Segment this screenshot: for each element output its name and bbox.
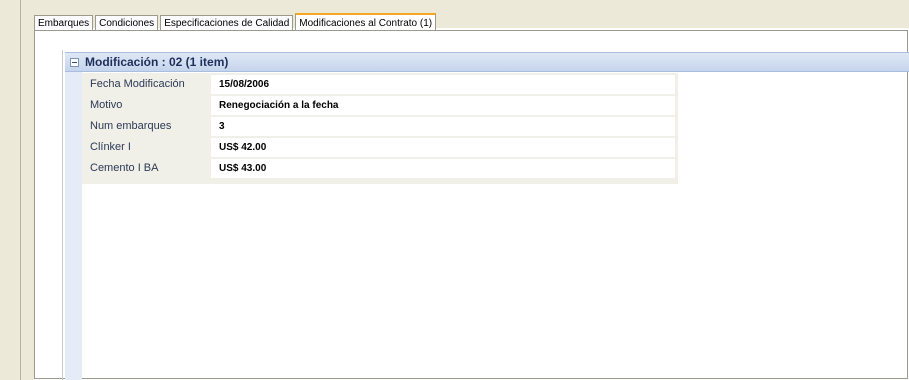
property-row-cemento: Cemento I BA US$ 43.00 bbox=[84, 159, 675, 178]
property-row-clinker: Clínker I US$ 42.00 bbox=[84, 138, 675, 157]
property-label: Fecha Modificación bbox=[84, 75, 211, 94]
property-row-fecha-modificacion: Fecha Modificación 15/08/2006 bbox=[84, 75, 675, 94]
collapse-minus-icon[interactable] bbox=[70, 57, 79, 67]
property-value[interactable]: 15/08/2006 bbox=[211, 75, 675, 94]
property-value[interactable]: US$ 42.00 bbox=[211, 138, 675, 157]
divider bbox=[20, 0, 21, 380]
tab-especificaciones-calidad[interactable]: Especificaciones de Calidad bbox=[160, 15, 294, 31]
property-label: Num embarques bbox=[84, 117, 211, 136]
property-label: Cemento I BA bbox=[84, 159, 211, 178]
property-row-num-embarques: Num embarques 3 bbox=[84, 117, 675, 136]
tab-condiciones[interactable]: Condiciones bbox=[95, 15, 159, 31]
tab-bar: Embarques Condiciones Especificaciones d… bbox=[34, 13, 438, 32]
property-row-motivo: Motivo Renegociación a la fecha bbox=[84, 96, 675, 115]
property-grid: Fecha Modificación 15/08/2006 Motivo Ren… bbox=[82, 73, 678, 184]
group-header[interactable]: Modificación : 02 (1 item) bbox=[65, 52, 909, 72]
tab-embarques[interactable]: Embarques bbox=[34, 15, 94, 31]
group-title: Modificación : 02 (1 item) bbox=[85, 55, 229, 69]
property-value[interactable]: US$ 43.00 bbox=[211, 159, 675, 178]
property-value[interactable]: 3 bbox=[211, 117, 675, 136]
property-value[interactable]: Renegociación a la fecha bbox=[211, 96, 675, 115]
group-gutter bbox=[65, 72, 82, 380]
property-label: Motivo bbox=[84, 96, 211, 115]
property-label: Clínker I bbox=[84, 138, 211, 157]
left-strip bbox=[0, 0, 34, 380]
